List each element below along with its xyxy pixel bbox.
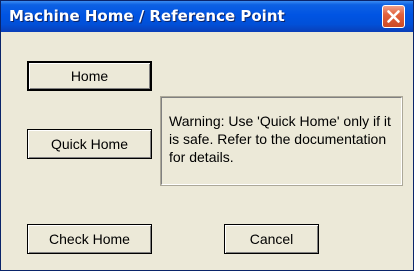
- close-icon: [387, 10, 400, 23]
- dialog-window: Machine Home / Reference Point Home Quic…: [0, 0, 414, 271]
- home-button[interactable]: Home: [27, 61, 152, 91]
- title-bar[interactable]: Machine Home / Reference Point: [1, 1, 413, 32]
- check-home-button[interactable]: Check Home: [27, 224, 152, 254]
- window-title: Machine Home / Reference Point: [9, 7, 285, 25]
- close-button[interactable]: [382, 5, 405, 28]
- quick-home-button[interactable]: Quick Home: [27, 129, 152, 159]
- warning-message: Warning: Use 'Quick Home' only if it is …: [160, 96, 403, 186]
- cancel-button[interactable]: Cancel: [224, 224, 319, 254]
